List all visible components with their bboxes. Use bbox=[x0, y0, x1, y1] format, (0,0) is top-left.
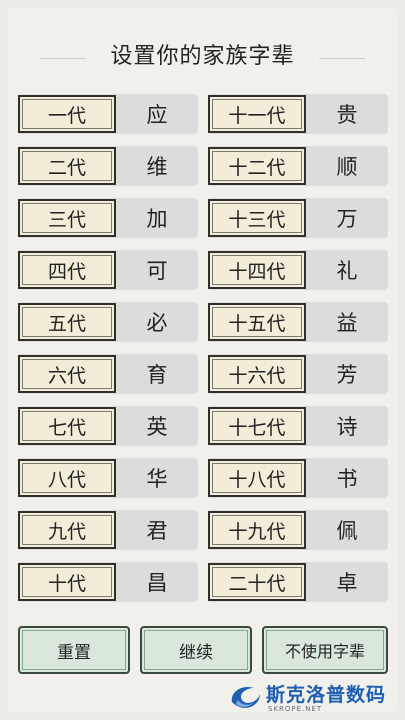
generation-label: 十一代 bbox=[208, 95, 306, 133]
generation-name-input[interactable]: 芳 bbox=[306, 354, 388, 394]
watermark-subtext: SKROPE.NET bbox=[268, 705, 323, 713]
generation-row-12: 十二代 顺 bbox=[208, 146, 388, 186]
generation-name-input[interactable]: 加 bbox=[116, 198, 198, 238]
generation-label: 十七代 bbox=[208, 407, 306, 445]
generation-name-input[interactable]: 可 bbox=[116, 250, 198, 290]
generation-label: 五代 bbox=[18, 303, 116, 341]
generation-name-input[interactable]: 英 bbox=[116, 406, 198, 446]
generation-label: 十九代 bbox=[208, 511, 306, 549]
page-title: 设置你的家族字辈 bbox=[110, 44, 295, 69]
generation-row-7: 七代 英 bbox=[18, 406, 198, 446]
generation-name-input[interactable]: 卓 bbox=[306, 562, 388, 602]
generation-name-input[interactable]: 顺 bbox=[306, 146, 388, 186]
generation-row-8: 八代 华 bbox=[18, 458, 198, 498]
generation-label: 十六代 bbox=[208, 355, 306, 393]
generation-row-17: 十七代 诗 bbox=[208, 406, 388, 446]
generation-row-6: 六代 育 bbox=[18, 354, 198, 394]
generation-name-input[interactable]: 书 bbox=[306, 458, 388, 498]
generation-label: 十代 bbox=[18, 563, 116, 601]
generation-row-18: 十八代 书 bbox=[208, 458, 388, 498]
generation-label: 八代 bbox=[18, 459, 116, 497]
generation-label: 九代 bbox=[18, 511, 116, 549]
generation-row-14: 十四代 礼 bbox=[208, 250, 388, 290]
generation-label: 六代 bbox=[18, 355, 116, 393]
generation-name-input[interactable]: 礼 bbox=[306, 250, 388, 290]
generation-row-2: 二代 维 bbox=[18, 146, 198, 186]
generation-label: 十八代 bbox=[208, 459, 306, 497]
generation-name-input[interactable]: 君 bbox=[116, 510, 198, 550]
generation-label: 十二代 bbox=[208, 147, 306, 185]
reset-button[interactable]: 重置 bbox=[18, 626, 130, 674]
generation-label: 四代 bbox=[18, 251, 116, 289]
generation-label: 二十代 bbox=[208, 563, 306, 601]
generation-row-15: 十五代 益 bbox=[208, 302, 388, 342]
generation-row-16: 十六代 芳 bbox=[208, 354, 388, 394]
generation-row-20: 二十代 卓 bbox=[208, 562, 388, 602]
generation-name-input[interactable]: 益 bbox=[306, 302, 388, 342]
generation-label: 七代 bbox=[18, 407, 116, 445]
generation-name-input[interactable]: 必 bbox=[116, 302, 198, 342]
generation-row-9: 九代 君 bbox=[18, 510, 198, 550]
generation-label: 一代 bbox=[18, 95, 116, 133]
generation-label: 二代 bbox=[18, 147, 116, 185]
generation-name-input[interactable]: 应 bbox=[116, 94, 198, 134]
generation-name-input[interactable]: 华 bbox=[116, 458, 198, 498]
generation-name-input[interactable]: 贵 bbox=[306, 94, 388, 134]
swirl-logo-icon bbox=[231, 686, 260, 708]
generation-label: 十三代 bbox=[208, 199, 306, 237]
generation-row-11: 十一代 贵 bbox=[208, 94, 388, 134]
watermark: 斯克洛普数码 SKROPE.NET bbox=[228, 678, 398, 718]
generation-label: 十五代 bbox=[208, 303, 306, 341]
watermark-text: 斯克洛普数码 bbox=[266, 684, 387, 706]
generation-row-10: 十代 昌 bbox=[18, 562, 198, 602]
action-bar: 重置 继续 不使用字辈 bbox=[18, 626, 388, 674]
generation-name-input[interactable]: 昌 bbox=[116, 562, 198, 602]
generation-row-1: 一代 应 bbox=[18, 94, 198, 134]
skip-generation-names-button[interactable]: 不使用字辈 bbox=[262, 626, 388, 674]
generation-grid: 一代 应 十一代 贵 二代 维 十二代 顺 三代 加 十三代 万 四代 可 十四… bbox=[18, 94, 388, 602]
generation-row-5: 五代 必 bbox=[18, 302, 198, 342]
continue-button[interactable]: 继续 bbox=[140, 626, 252, 674]
generation-row-3: 三代 加 bbox=[18, 198, 198, 238]
generation-name-input[interactable]: 万 bbox=[306, 198, 388, 238]
generation-label: 十四代 bbox=[208, 251, 306, 289]
generation-name-input[interactable]: 维 bbox=[116, 146, 198, 186]
generation-row-19: 十九代 佩 bbox=[208, 510, 388, 550]
generation-row-4: 四代 可 bbox=[18, 250, 198, 290]
generation-name-input[interactable]: 育 bbox=[116, 354, 198, 394]
generation-label: 三代 bbox=[18, 199, 116, 237]
generation-row-13: 十三代 万 bbox=[208, 198, 388, 238]
generation-name-input[interactable]: 佩 bbox=[306, 510, 388, 550]
generation-name-input[interactable]: 诗 bbox=[306, 406, 388, 446]
